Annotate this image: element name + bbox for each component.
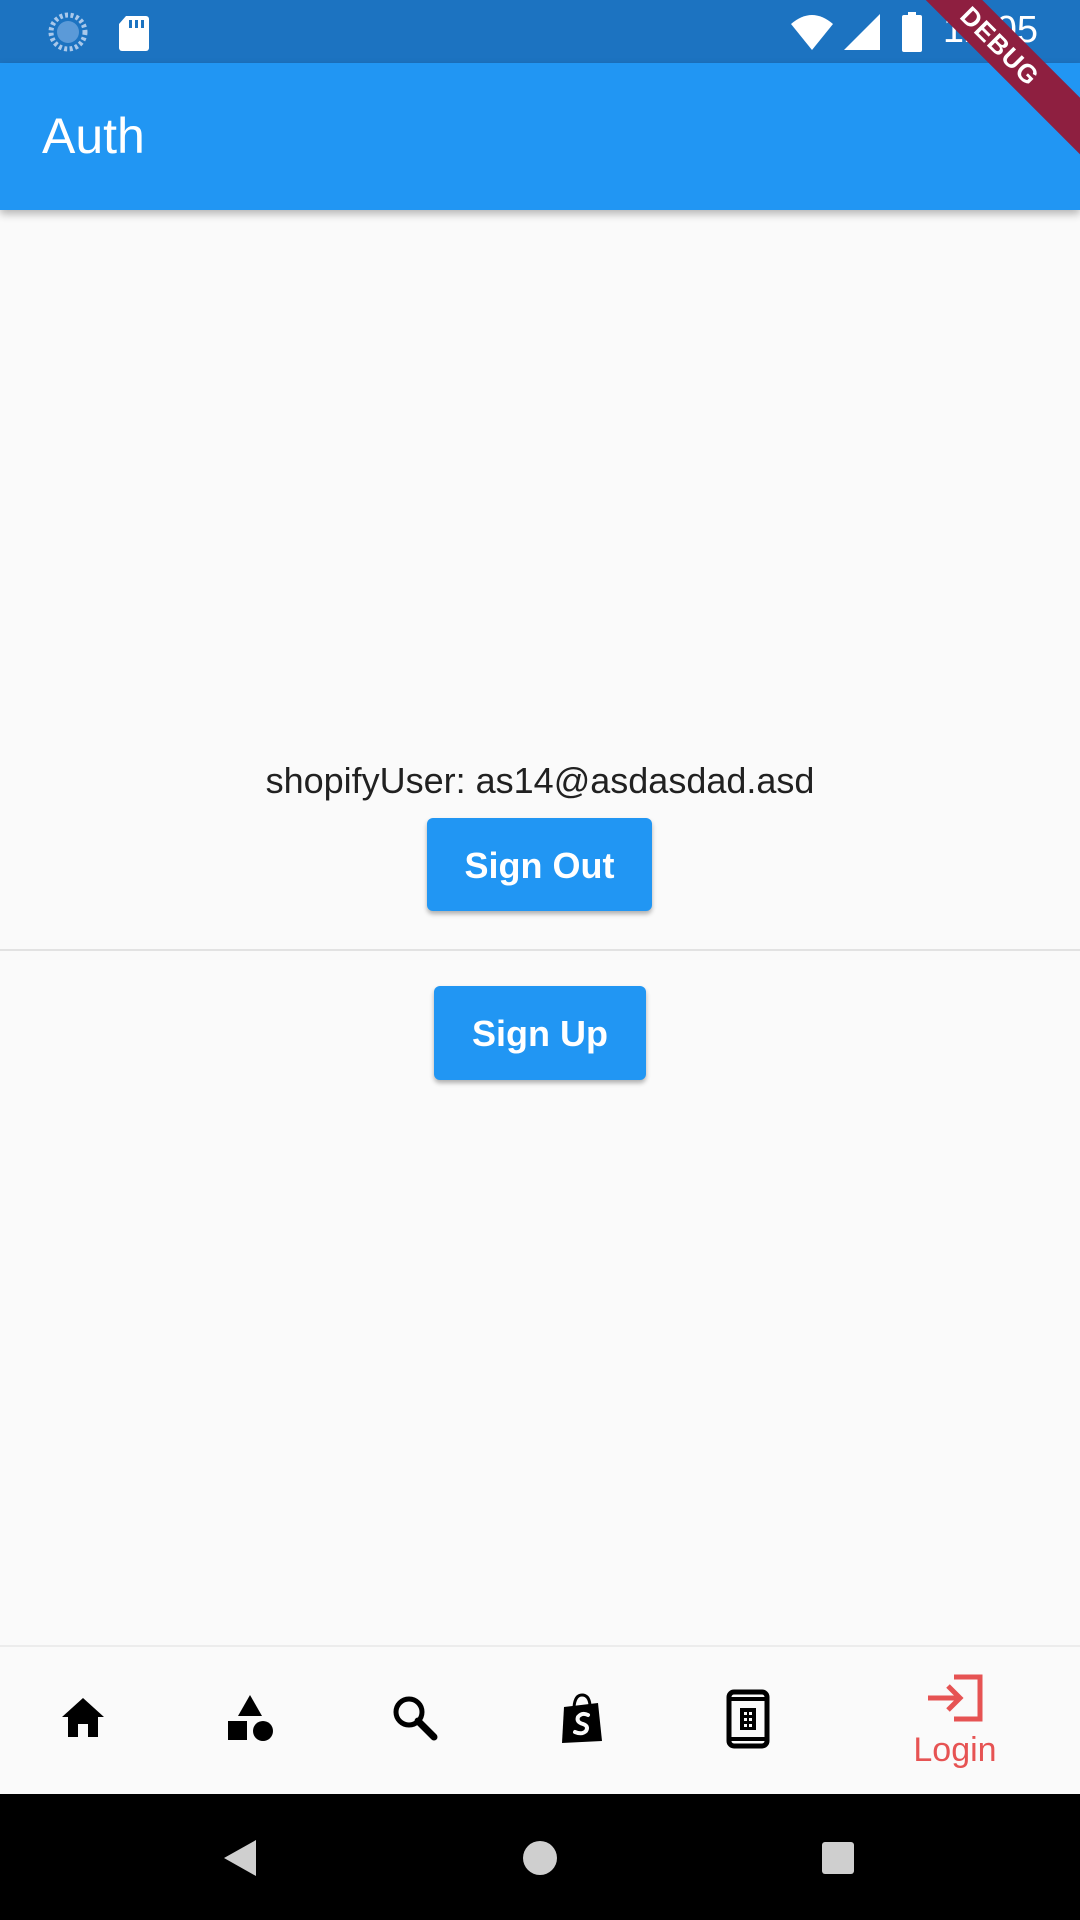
bottom-navigation: Login xyxy=(0,1645,1080,1796)
home-icon xyxy=(62,1698,104,1737)
nav-item-shop[interactable] xyxy=(498,1647,664,1796)
nav-item-home[interactable] xyxy=(0,1647,166,1796)
user-info-text: shopifyUser: as14@asdasdad.asd xyxy=(265,760,815,801)
nav-item-login[interactable]: Login xyxy=(830,1647,1080,1796)
search-icon xyxy=(393,1696,438,1741)
divider xyxy=(0,949,1080,951)
back-icon[interactable] xyxy=(222,1838,258,1878)
nav-item-contacts[interactable] xyxy=(664,1647,830,1796)
phone-book-icon xyxy=(726,1689,770,1749)
nav-item-categories[interactable] xyxy=(166,1647,332,1796)
sign-up-button[interactable]: Sign Up xyxy=(434,986,646,1080)
recents-icon[interactable] xyxy=(821,1841,855,1875)
login-icon xyxy=(928,1674,983,1722)
shopify-bag-icon xyxy=(562,1693,602,1743)
wifi-icon xyxy=(790,10,834,54)
sync-icon xyxy=(46,10,90,54)
nav-item-search[interactable] xyxy=(332,1647,498,1796)
signal-icon xyxy=(842,10,886,54)
sign-out-button[interactable]: Sign Out xyxy=(427,818,652,911)
home-button-icon[interactable] xyxy=(522,1840,558,1876)
shapes-icon xyxy=(228,1695,273,1741)
app-bar: Auth xyxy=(0,63,1080,210)
page-title: Auth xyxy=(42,108,145,164)
system-navigation-bar xyxy=(0,1794,1080,1920)
status-bar: 12:05 xyxy=(0,0,1080,63)
main-content: shopifyUser: as14@asdasdad.asd Sign Out … xyxy=(0,210,1080,1645)
nav-item-login-label: Login xyxy=(913,1731,997,1769)
battery-icon xyxy=(890,10,934,54)
sd-card-icon xyxy=(112,10,156,54)
